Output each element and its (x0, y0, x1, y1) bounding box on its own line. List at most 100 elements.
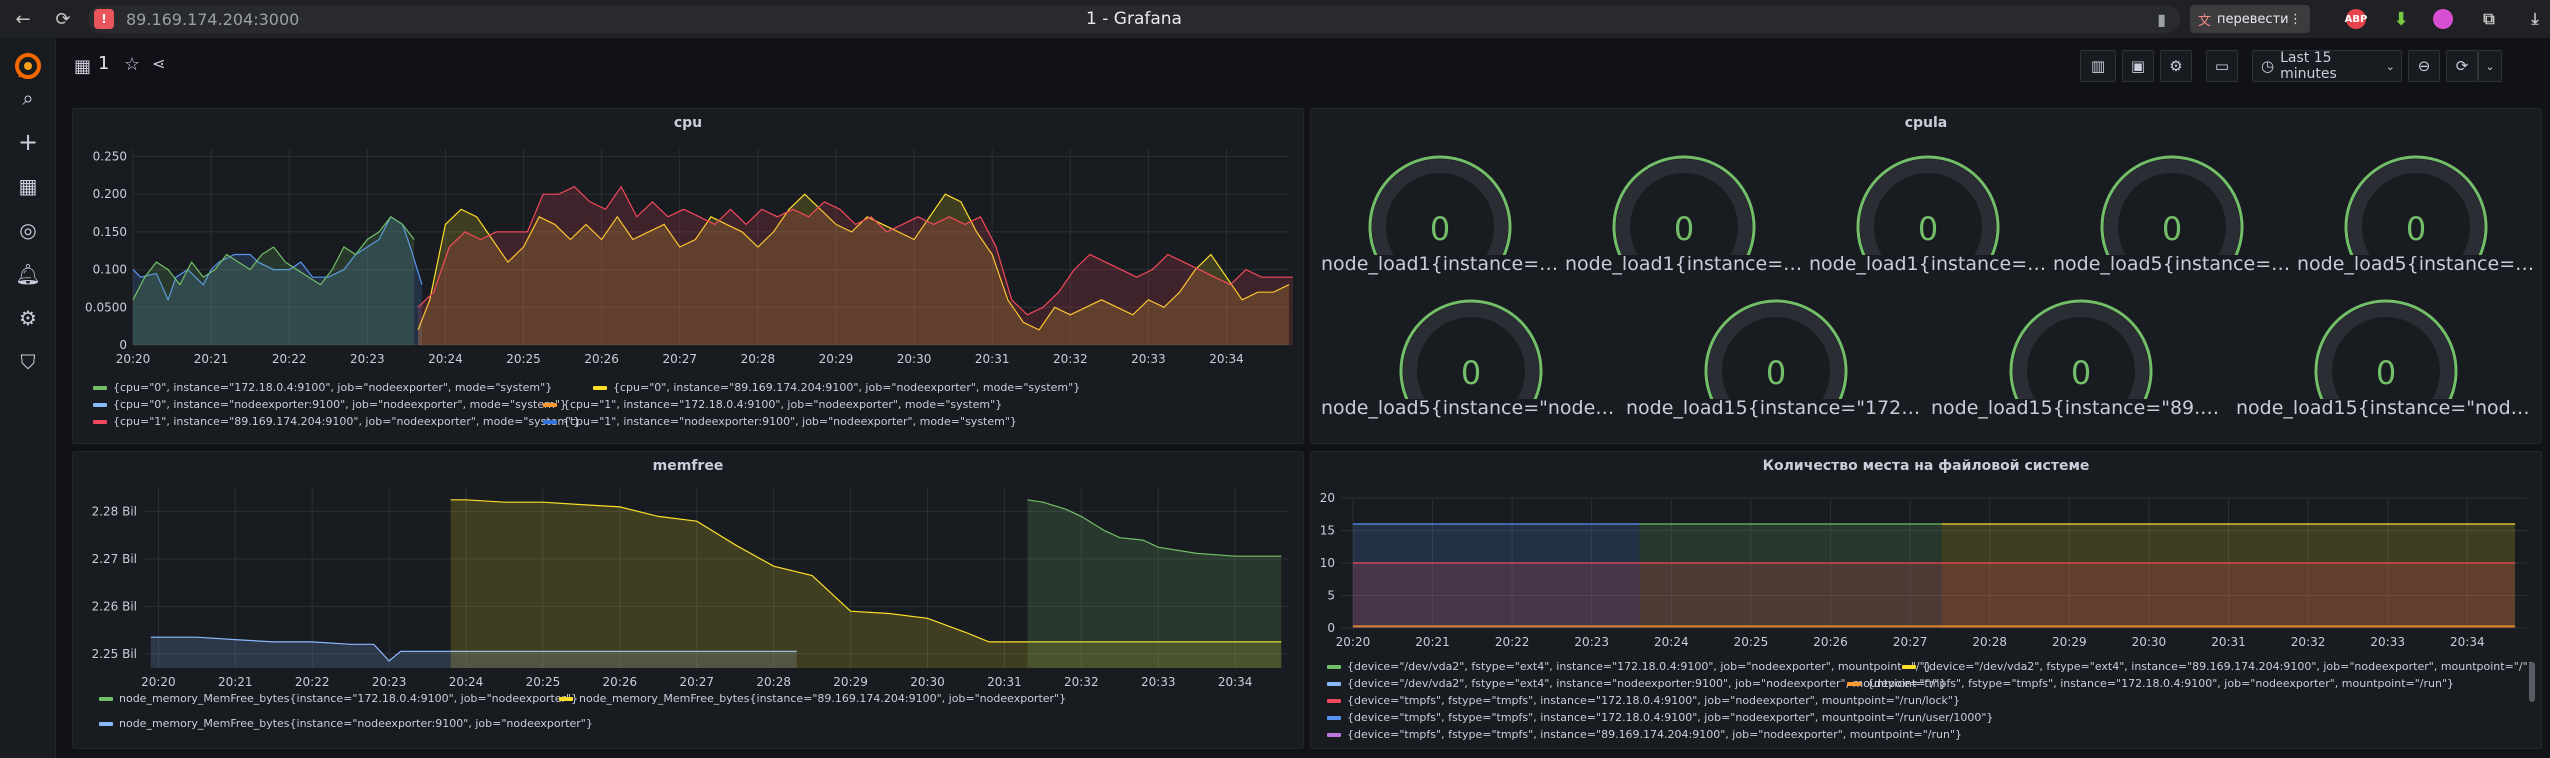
disk-space-chart[interactable]: 0 5 10 15 20 20:20 20:21 20:22 20:23 20:24 20:25 20… (1311, 478, 2542, 678)
legend-swatch (93, 385, 107, 390)
legend-item[interactable]: {device="tmpfs", fstype="tmpfs", instanc… (1327, 711, 1993, 724)
legend-item[interactable]: {cpu="1", instance="172.18.0.4:9100", jo… (543, 398, 1002, 411)
reload-icon[interactable]: ⟳ (48, 4, 78, 34)
legend-item[interactable]: {cpu="1", instance="89.169.174.204:9100"… (93, 415, 580, 428)
translate-icon: 文 (2198, 13, 2212, 29)
x-tick-label: 20:24 (449, 675, 484, 689)
chevron-down-icon: ⌄ (2385, 59, 2395, 73)
gauge-label: node_load1{instance="1... (1321, 253, 1559, 275)
legend-item[interactable]: node_memory_MemFree_bytes{instance="node… (99, 717, 593, 730)
download-extension-icon[interactable]: ⬇ (2391, 9, 2411, 30)
legend-item[interactable]: {device="tmpfs", fstype="tmpfs", instanc… (1847, 677, 2454, 690)
legend-scrollbar[interactable] (2529, 662, 2535, 702)
x-tick-label: 20:28 (741, 352, 776, 366)
legend-item[interactable]: node_memory_MemFree_bytes{instance="89.1… (559, 692, 1066, 705)
create-icon[interactable]: + (16, 128, 40, 156)
address-bar[interactable]: ! 89.169.174.204:3000 1 - Grafana ▮ (88, 5, 2180, 33)
legend-item[interactable]: {cpu="0", instance="172.18.0.4:9100", jo… (93, 381, 552, 394)
more-icon: ⋮ (2289, 11, 2302, 27)
save-icon: ▣ (2130, 57, 2146, 75)
dashboards-icon[interactable]: ▦ (16, 174, 40, 198)
y-tick-label: 0.250 (93, 150, 127, 164)
refresh-button[interactable]: ⟳ (2446, 50, 2478, 82)
x-tick-label: 20:24 (428, 352, 463, 366)
gauge[interactable]: 0 node_load1{instance="n... (1809, 145, 2047, 285)
cpu-legend: {cpu="0", instance="172.18.0.4:9100", jo… (93, 381, 1293, 445)
configuration-icon[interactable]: ⚙ (16, 306, 40, 330)
gauge[interactable]: 0 node_load1{instance="8... (1565, 145, 1803, 285)
legend-label: {device="tmpfs", fstype="tmpfs", instanc… (1347, 728, 1963, 741)
alerting-icon[interactable]: 🔔︎ (15, 262, 40, 286)
x-tick-label: 20:23 (1574, 635, 1609, 649)
x-tick-label: 20:34 (1209, 352, 1244, 366)
explore-icon[interactable]: ◎ (16, 218, 40, 242)
add-panel-button[interactable]: ▥ (2080, 50, 2116, 82)
dashboard-settings-button[interactable]: ⚙ (2160, 50, 2192, 82)
x-tick-label: 20:25 (1734, 635, 1769, 649)
legend-swatch (543, 402, 557, 407)
y-tick-label: 2.28 Bil (92, 505, 137, 519)
y-tick-label: 20 (1320, 491, 1335, 505)
gauge[interactable]: 0 node_load5{instance="nodeexp... (1321, 289, 1621, 429)
gear-icon: ⚙ (2169, 57, 2183, 75)
x-tick-label: 20:24 (1654, 635, 1689, 649)
x-tick-label: 20:33 (1141, 675, 1176, 689)
translate-button[interactable]: 文 перевести ⋮ (2190, 5, 2310, 33)
legend-label: {device="tmpfs", fstype="tmpfs", instanc… (1347, 711, 1994, 724)
legend-swatch (1847, 681, 1861, 686)
adblock-icon[interactable]: ABP (2345, 9, 2367, 29)
panel-memfree[interactable]: memfree 2.25 Bil 2.26 Bil 2.27 Bil 2.28 Bil… (72, 451, 1304, 749)
x-tick-label: 20:21 (1415, 635, 1450, 649)
dashboard-title[interactable]: 1 (98, 53, 109, 74)
legend-item[interactable]: {device="/dev/vda2", fstype="ext4", inst… (1902, 660, 2535, 673)
extensions-icon[interactable]: ⧉ (2479, 9, 2499, 29)
grafana-logo-icon[interactable] (12, 50, 44, 82)
memfree-chart[interactable]: 2.25 Bil 2.26 Bil 2.27 Bil 2.28 Bil 20:20 20:… (73, 478, 1305, 708)
zoom-out-button[interactable]: ⊖ (2408, 50, 2440, 82)
memfree-legend: node_memory_MemFree_bytes{instance="172.… (99, 692, 1299, 742)
gauge[interactable]: 0 node_load15{instance="nodeex... (2236, 289, 2536, 429)
refresh-interval-button[interactable]: ⌄ (2478, 50, 2502, 82)
panel-title: cpula (1904, 115, 1948, 131)
legend-item[interactable]: {device="tmpfs", fstype="tmpfs", instanc… (1327, 728, 1962, 741)
panel-cpula[interactable]: cpula 0 node_load1{instance="1... 0 node_lo… (1310, 108, 2542, 444)
back-icon[interactable]: ← (8, 4, 38, 34)
search-icon[interactable]: ⌕ (16, 86, 40, 110)
color-extension-icon[interactable] (2433, 9, 2453, 29)
x-tick-label: 20:22 (272, 352, 307, 366)
cpu-chart[interactable]: 0 0.0500 0.100 0.150 0.200 0.250 20:20 20:21 20:… (73, 135, 1305, 395)
y-tick-label: 5 (1327, 589, 1335, 603)
x-tick-label: 20:32 (1064, 675, 1099, 689)
star-icon[interactable]: ☆ (124, 54, 140, 75)
downloads-icon[interactable]: ⤓ (2525, 9, 2545, 29)
legend-item[interactable]: {cpu="0", instance="nodeexporter:9100", … (93, 398, 567, 411)
gauge[interactable]: 0 node_load15{instance="89.169.... (1931, 289, 2231, 429)
legend-item[interactable]: {device="tmpfs", fstype="tmpfs", instanc… (1327, 694, 1960, 707)
share-icon[interactable]: ⋖ (152, 54, 165, 73)
panel-cpu[interactable]: cpu 0 0.0500 0.100 0.150 0.200 0.250 20:20 20:2… (72, 108, 1304, 444)
gauge-label: node_load1{instance="n... (1809, 253, 2047, 275)
save-dashboard-button[interactable]: ▣ (2122, 50, 2154, 82)
gauge[interactable]: 0 node_load5{instance="1... (2053, 145, 2291, 285)
gauge[interactable]: 0 node_load5{instance="8... (2297, 145, 2535, 285)
cycle-view-mode-button[interactable]: ▭ (2206, 50, 2238, 82)
legend-item[interactable]: node_memory_MemFree_bytes{instance="172.… (99, 692, 578, 705)
chevron-down-icon: ⌄ (2485, 59, 2495, 73)
gauge[interactable]: 0 node_load1{instance="1... (1321, 145, 1559, 285)
x-tick-label: 20:21 (194, 352, 229, 366)
legend-label: {device="/dev/vda2", fstype="ext4", inst… (1347, 660, 1932, 673)
gauge[interactable]: 0 node_load15{instance="172.18.... (1626, 289, 1926, 429)
time-picker-button[interactable]: ◷ Last 15 minutes ⌄ (2252, 50, 2402, 82)
x-tick-label: 20:34 (2450, 635, 2485, 649)
legend-item[interactable]: {device="/dev/vda2", fstype="ext4", inst… (1327, 660, 1932, 673)
panel-disk-space[interactable]: Количество места на файловой системе 0 5 1… (1310, 451, 2542, 749)
legend-item[interactable]: {cpu="1", instance="nodeexporter:9100", … (543, 415, 1017, 428)
x-tick-label: 20:29 (819, 352, 854, 366)
x-tick-label: 20:26 (603, 675, 638, 689)
legend-item[interactable]: {cpu="0", instance="89.169.174.204:9100"… (593, 381, 1080, 394)
server-admin-icon[interactable]: ⛉ (16, 350, 40, 374)
series-area (1027, 499, 1282, 668)
x-tick-label: 20:20 (141, 675, 176, 689)
browser-toolbar: ← ⟳ ! 89.169.174.204:3000 1 - Grafana ▮ … (0, 0, 2550, 38)
bookmark-icon[interactable]: ▮ (2157, 10, 2166, 29)
